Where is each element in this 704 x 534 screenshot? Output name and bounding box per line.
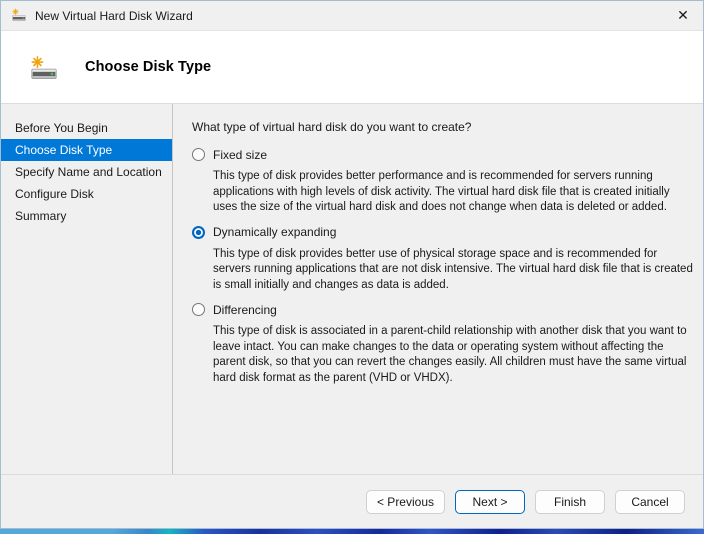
question-text: What type of virtual hard disk do you wa… (192, 120, 695, 135)
radio-option-fixed-size: Fixed size This type of disk provides be… (192, 146, 695, 216)
option-label-differencing[interactable]: Differencing (213, 303, 277, 317)
radio-option-differencing: Differencing This type of disk is associ… (192, 301, 695, 386)
page-title: Choose Disk Type (85, 59, 211, 75)
radio-option-fixed-size-row[interactable]: Fixed size (192, 146, 695, 163)
cancel-button[interactable]: Cancel (615, 490, 685, 514)
sidebar-item-before-you-begin[interactable]: Before You Begin (1, 117, 172, 139)
sidebar-item-summary[interactable]: Summary (1, 205, 172, 227)
close-button[interactable]: ✕ (663, 1, 703, 30)
next-button[interactable]: Next > (455, 490, 525, 514)
radio-button-dynamically-expanding[interactable] (192, 226, 205, 239)
new-virtual-disk-icon (29, 55, 59, 85)
option-description-fixed-size: This type of disk provides better perfor… (213, 169, 695, 216)
content: What type of virtual hard disk do you wa… (173, 104, 703, 474)
radio-option-dynamically-expanding: Dynamically expanding This type of disk … (192, 224, 695, 294)
titlebar[interactable]: New Virtual Hard Disk Wizard ✕ (1, 1, 703, 31)
close-icon: ✕ (677, 7, 689, 24)
radio-button-differencing[interactable] (192, 303, 205, 316)
option-label-dynamically-expanding[interactable]: Dynamically expanding (213, 225, 336, 239)
wizard-header: Choose Disk Type (1, 31, 703, 104)
previous-button[interactable]: < Previous (366, 490, 445, 514)
sidebar-item-specify-name-and-location[interactable]: Specify Name and Location (1, 161, 172, 183)
sidebar-item-configure-disk[interactable]: Configure Disk (1, 183, 172, 205)
sidebar: Before You Begin Choose Disk Type Specif… (1, 104, 173, 474)
option-description-dynamically-expanding: This type of disk provides better use of… (213, 247, 695, 294)
option-label-fixed-size[interactable]: Fixed size (213, 148, 267, 162)
desktop-wallpaper-strip (0, 529, 704, 534)
radio-button-fixed-size[interactable] (192, 148, 205, 161)
radio-option-differencing-row[interactable]: Differencing (192, 301, 695, 318)
footer: < Previous Next > Finish Cancel (1, 474, 703, 528)
finish-button[interactable]: Finish (535, 490, 605, 514)
window-title: New Virtual Hard Disk Wizard (35, 9, 193, 23)
sidebar-item-choose-disk-type[interactable]: Choose Disk Type (1, 139, 172, 161)
radio-option-dynamically-expanding-row[interactable]: Dynamically expanding (192, 224, 695, 241)
wizard-body: Before You Begin Choose Disk Type Specif… (1, 104, 703, 474)
new-virtual-disk-icon (11, 8, 27, 24)
option-description-differencing: This type of disk is associated in a par… (213, 324, 695, 386)
wizard-window: New Virtual Hard Disk Wizard ✕ Choose Di… (0, 0, 704, 529)
